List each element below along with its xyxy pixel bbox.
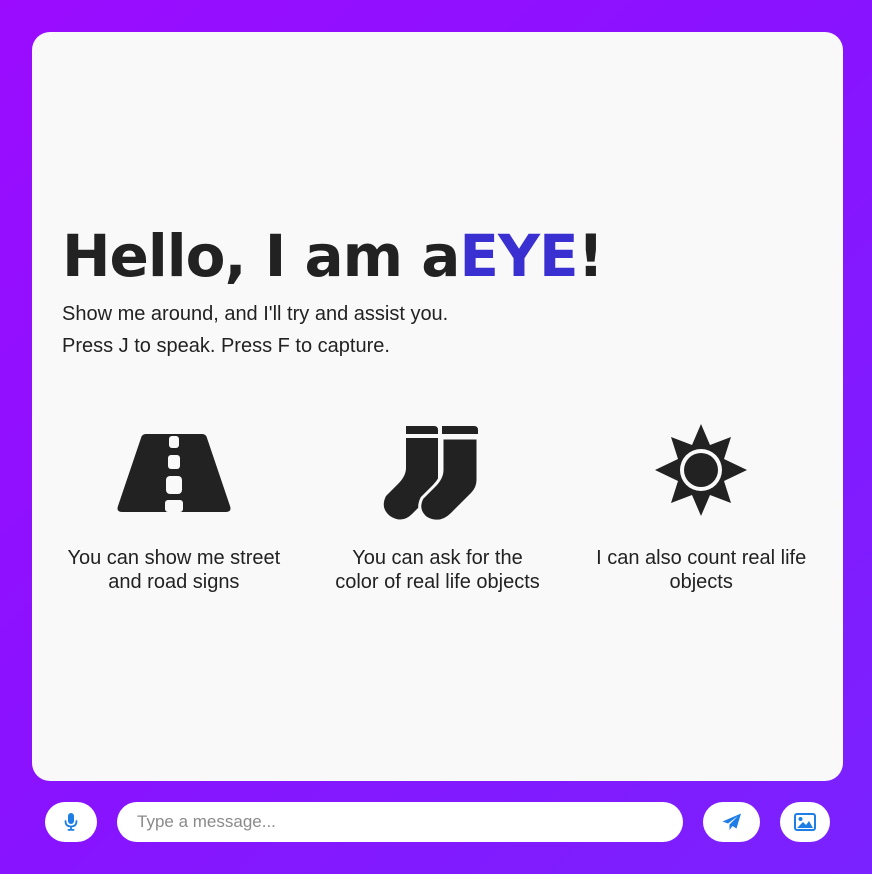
feature-object-color: You can ask for the color of real life o… <box>306 422 570 594</box>
image-button[interactable] <box>780 802 830 842</box>
feature-text-line-1: You can show me street <box>67 547 281 569</box>
feature-text-line-2: objects <box>669 571 733 593</box>
brand-name: EYE <box>459 222 578 290</box>
send-button[interactable] <box>703 802 760 842</box>
feature-text-line-1: I can also count real life <box>596 547 807 569</box>
feature-text: I can also count real life objects <box>569 546 833 594</box>
page-title: Hello, I am aEYE! <box>62 224 802 288</box>
feature-text-line-2: and road signs <box>108 571 240 593</box>
composer-bar <box>0 800 872 844</box>
title-suffix: ! <box>577 222 604 290</box>
socks-icon <box>383 426 479 523</box>
message-input[interactable] <box>117 802 683 842</box>
microphone-button[interactable] <box>45 802 97 842</box>
feature-text: You can ask for the color of real life o… <box>306 546 570 594</box>
paper-plane-icon <box>722 813 741 830</box>
feature-street-signs: You can show me street and road signs <box>42 422 306 594</box>
feature-count-objects: I can also count real life objects <box>569 422 833 594</box>
intro-text: Show me around, and I'll try and assist … <box>62 298 802 362</box>
hero: Hello, I am aEYE! Show me around, and I'… <box>62 224 802 362</box>
feature-list: You can show me street and road signs Yo… <box>32 422 843 594</box>
road-icon <box>117 434 231 512</box>
intro-line-2: Press J to speak. Press F to capture. <box>62 335 390 357</box>
microphone-icon <box>64 813 78 831</box>
intro-line-1: Show me around, and I'll try and assist … <box>62 303 449 325</box>
feature-text-line-2: color of real life objects <box>335 571 540 593</box>
feature-text-line-1: You can ask for the <box>352 547 523 569</box>
sun-icon <box>655 424 748 516</box>
welcome-card: Hello, I am aEYE! Show me around, and I'… <box>32 32 843 781</box>
image-icon <box>794 813 816 831</box>
title-prefix: Hello, I am a <box>62 222 460 290</box>
feature-text: You can show me street and road signs <box>42 546 306 594</box>
